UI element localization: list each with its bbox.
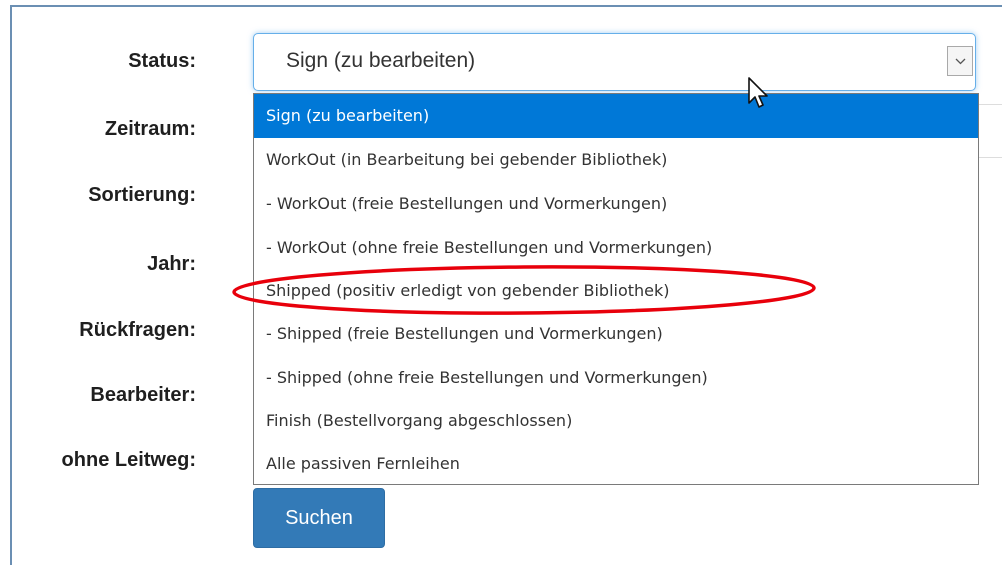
status-select-value: Sign (zu bearbeiten) <box>286 49 476 72</box>
divider <box>978 104 1002 105</box>
dropdown-option[interactable]: WorkOut (in Bearbeitung bei gebender Bib… <box>254 138 978 182</box>
status-select[interactable]: Sign (zu bearbeiten) <box>253 33 976 91</box>
label-zeitraum: Zeitraum: <box>104 118 196 140</box>
dropdown-option[interactable]: - Shipped (freie Bestellungen und Vormer… <box>254 312 978 356</box>
divider <box>978 157 1002 158</box>
dropdown-option[interactable]: Alle passiven Fernleihen <box>254 442 978 486</box>
annotation-ellipse <box>232 265 816 315</box>
dropdown-option[interactable]: Finish (Bestellvorgang abgeschlossen) <box>254 399 978 443</box>
label-status: Status: <box>128 50 196 72</box>
dropdown-option[interactable]: Sign (zu bearbeiten) <box>254 94 978 138</box>
mouse-pointer-icon <box>748 77 768 108</box>
label-sortierung: Sortierung: <box>88 184 196 206</box>
search-button[interactable]: Suchen <box>253 488 385 548</box>
label-ohne-leitweg: ohne Leitweg: <box>61 449 196 471</box>
label-bearbeiter: Bearbeiter: <box>90 384 196 406</box>
dropdown-option[interactable]: - WorkOut (freie Bestellungen und Vormer… <box>254 182 978 226</box>
chevron-down-icon[interactable] <box>947 46 973 76</box>
dropdown-option[interactable]: - Shipped (ohne freie Bestellungen und V… <box>254 356 978 400</box>
label-jahr: Jahr: <box>147 253 196 275</box>
label-rueckfragen: Rückfragen: <box>79 319 196 341</box>
